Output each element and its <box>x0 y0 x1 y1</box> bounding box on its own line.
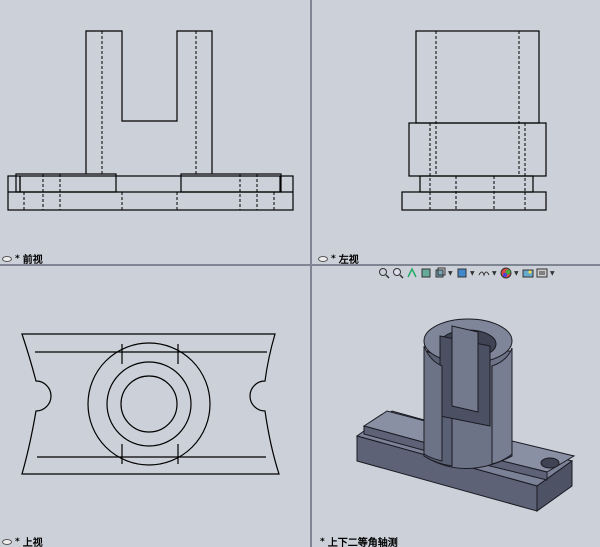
chevron-down-icon[interactable]: ▼ <box>470 270 476 277</box>
isometric-view-pane[interactable]: * 上下二等角轴测 <box>312 266 600 547</box>
isometric-model <box>355 318 576 512</box>
top-view-label: * 上视 <box>2 534 43 547</box>
chevron-down-icon[interactable]: ▼ <box>550 270 556 277</box>
chevron-down-icon[interactable]: ▼ <box>492 270 498 277</box>
left-view-label: * 左视 <box>318 251 359 264</box>
left-view-pane[interactable]: * 左视 <box>312 0 600 264</box>
hide-show-icon[interactable] <box>478 267 490 279</box>
appearance-icon[interactable] <box>500 267 512 279</box>
heads-up-view-toolbar: ▼ ▼ ▼ ▼ ▼ <box>378 267 556 279</box>
display-style-icon[interactable] <box>456 267 468 279</box>
chevron-down-icon[interactable]: ▼ <box>514 270 520 277</box>
front-view-drawing <box>7 30 294 211</box>
view-orientation-icon[interactable] <box>434 267 446 279</box>
eye-icon <box>2 538 12 545</box>
front-view-label: * 前视 <box>2 251 43 264</box>
top-view-drawing <box>21 333 280 475</box>
zoom-area-icon[interactable] <box>392 267 404 279</box>
view-settings-icon[interactable] <box>536 267 548 279</box>
top-view-pane[interactable]: * 上视 <box>0 266 310 547</box>
left-view-drawing <box>401 30 547 211</box>
previous-view-icon[interactable] <box>406 267 418 279</box>
chevron-down-icon[interactable]: ▼ <box>448 270 454 277</box>
scene-icon[interactable] <box>522 267 534 279</box>
section-view-icon[interactable] <box>420 267 432 279</box>
front-view-pane[interactable]: * 前视 <box>0 0 310 264</box>
vertical-splitter[interactable] <box>310 0 312 547</box>
isometric-view-label: * 上下二等角轴测 <box>320 536 398 547</box>
zoom-to-fit-icon[interactable] <box>378 267 390 279</box>
eye-icon <box>2 255 12 262</box>
horizontal-splitter[interactable] <box>0 264 600 266</box>
eye-icon <box>318 255 328 262</box>
